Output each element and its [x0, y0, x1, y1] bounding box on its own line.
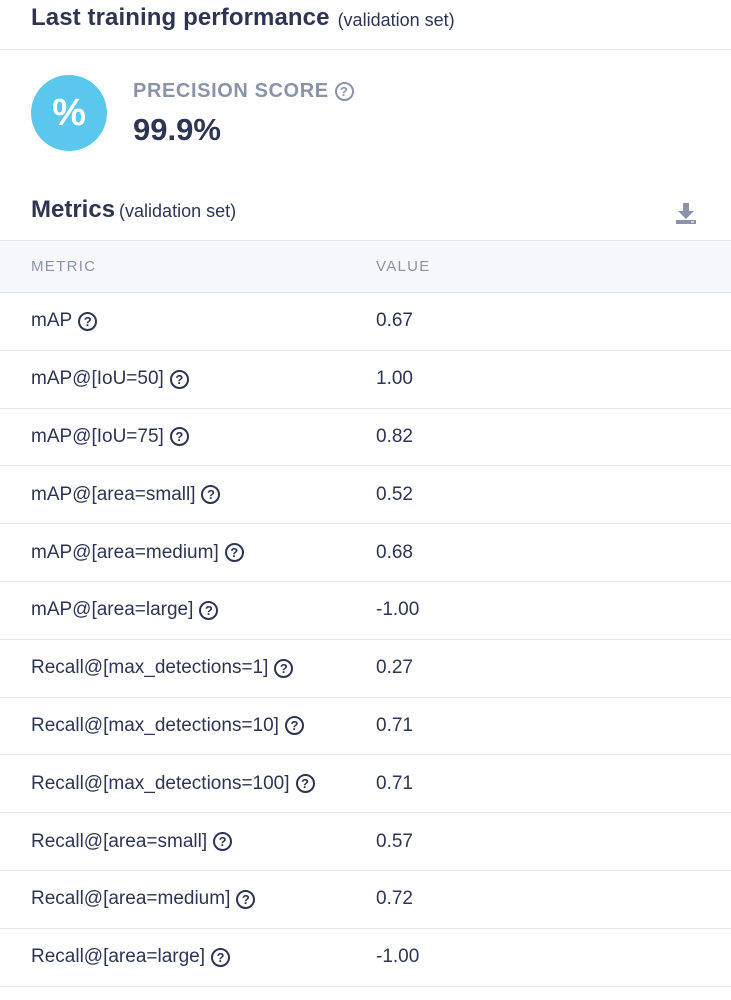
metric-name: Recall@[area=large] — [31, 946, 206, 968]
metric-name: Recall@[area=small] — [31, 830, 208, 852]
precision-score-value: 99.9% — [133, 112, 221, 147]
metric-name: Recall@[max_detections=10] — [31, 714, 279, 736]
help-icon[interactable]: ? — [224, 543, 244, 563]
table-row: Recall@[max_detections=100]? 0.71 — [0, 755, 731, 814]
help-icon[interactable]: ? — [211, 947, 231, 967]
metric-name: mAP@[IoU=50] — [31, 368, 164, 390]
metric-name-cell: mAP@[area=large]? — [0, 599, 376, 621]
metric-value: -1.00 — [376, 946, 420, 968]
metric-value: 0.71 — [376, 772, 413, 794]
training-performance-panel: Last training performance (validation se… — [0, 0, 731, 1000]
table-row: Recall@[area=large]? -1.00 — [0, 929, 731, 987]
metrics-title-text: Metrics — [31, 196, 116, 223]
table-body: mAP? 0.67 mAP@[IoU=50]? 1.00 mAP@[IoU=75]? 0.… — [0, 293, 731, 987]
column-header-value: VALUE — [376, 258, 431, 275]
table-row: Recall@[area=medium]? 0.72 — [0, 871, 731, 929]
help-icon[interactable]: ? — [295, 774, 315, 794]
metric-name-cell: mAP@[IoU=75]? — [0, 426, 376, 448]
metric-value: -1.00 — [376, 599, 420, 621]
panel-header: Last training performance (validation se… — [0, 0, 731, 50]
metric-value: 0.71 — [376, 714, 413, 736]
help-icon[interactable]: ? — [201, 485, 221, 505]
metrics-title: Metrics (validation set) — [31, 196, 236, 224]
metric-name-cell: mAP? — [0, 310, 376, 332]
table-row: mAP@[area=large]? -1.00 — [0, 582, 731, 640]
metric-name: mAP@[area=medium] — [31, 541, 219, 563]
metric-name-cell: Recall@[area=large]? — [0, 946, 376, 968]
metric-name-cell: mAP@[IoU=50]? — [0, 368, 376, 390]
metrics-header: Metrics (validation set) — [0, 179, 731, 241]
metric-name: mAP — [31, 310, 73, 332]
help-icon[interactable]: ? — [334, 82, 354, 101]
metric-name-cell: mAP@[area=medium]? — [0, 542, 376, 564]
metric-value: 0.82 — [376, 425, 413, 447]
help-icon[interactable]: ? — [199, 600, 219, 620]
table-row: Recall@[max_detections=1]? 0.27 — [0, 640, 731, 698]
precision-score-card: % PRECISION SCORE ? 99.9% — [0, 50, 731, 179]
metric-name: Recall@[max_detections=1] — [31, 657, 269, 679]
help-icon[interactable]: ? — [213, 832, 233, 852]
table-row: mAP@[area=medium]? 0.68 — [0, 524, 731, 582]
page-subtitle: (validation set) — [337, 10, 455, 30]
metric-value: 0.72 — [376, 888, 413, 910]
table-row: mAP@[IoU=50]? 1.00 — [0, 351, 731, 409]
metric-value: 0.52 — [376, 483, 413, 505]
table-row: Recall@[max_detections=10]? 0.71 — [0, 698, 731, 756]
table-row: mAP@[area=small]? 0.52 — [0, 466, 731, 525]
metric-value: 0.67 — [376, 310, 413, 332]
table-row: mAP? 0.67 — [0, 293, 731, 351]
help-icon[interactable]: ? — [169, 369, 189, 389]
table-row: mAP@[IoU=75]? 0.82 — [0, 409, 731, 467]
metric-name-cell: Recall@[max_detections=100]? — [0, 773, 376, 795]
help-icon[interactable]: ? — [274, 658, 294, 678]
metric-name-cell: Recall@[area=medium]? — [0, 888, 376, 910]
precision-score-label: PRECISION SCORE ? — [133, 80, 354, 103]
metric-name: mAP@[IoU=75] — [31, 425, 164, 447]
table-row: Recall@[area=small]? 0.57 — [0, 813, 731, 871]
metric-value: 0.27 — [376, 657, 413, 679]
download-icon[interactable] — [674, 201, 698, 225]
precision-score-label-text: PRECISION SCORE — [133, 80, 329, 102]
metric-name-cell: Recall@[max_detections=1]? — [0, 657, 376, 679]
metric-name-cell: Recall@[max_detections=10]? — [0, 715, 376, 737]
table-header-row: METRIC VALUE — [0, 241, 731, 293]
metrics-subtitle: (validation set) — [119, 201, 237, 221]
help-icon[interactable]: ? — [169, 427, 189, 447]
help-icon[interactable]: ? — [78, 311, 98, 331]
metric-name: Recall@[area=medium] — [31, 888, 231, 910]
percent-icon: % — [31, 75, 107, 151]
metric-name-cell: mAP@[area=small]? — [0, 484, 376, 506]
metric-name: mAP@[area=small] — [31, 483, 196, 505]
help-icon[interactable]: ? — [284, 716, 304, 736]
metric-value: 1.00 — [376, 368, 413, 390]
page-title: Last training performance — [31, 4, 330, 31]
help-icon[interactable]: ? — [236, 889, 256, 909]
metric-value: 0.68 — [376, 541, 413, 563]
column-header-metric: METRIC — [31, 258, 97, 275]
metrics-table: METRIC VALUE mAP? 0.67 mAP@[IoU=50]? 1.00 mA… — [0, 241, 731, 987]
metric-name-cell: Recall@[area=small]? — [0, 831, 376, 853]
metric-value: 0.57 — [376, 830, 413, 852]
metric-name: mAP@[area=large] — [31, 599, 194, 621]
metric-name: Recall@[max_detections=100] — [31, 772, 290, 794]
